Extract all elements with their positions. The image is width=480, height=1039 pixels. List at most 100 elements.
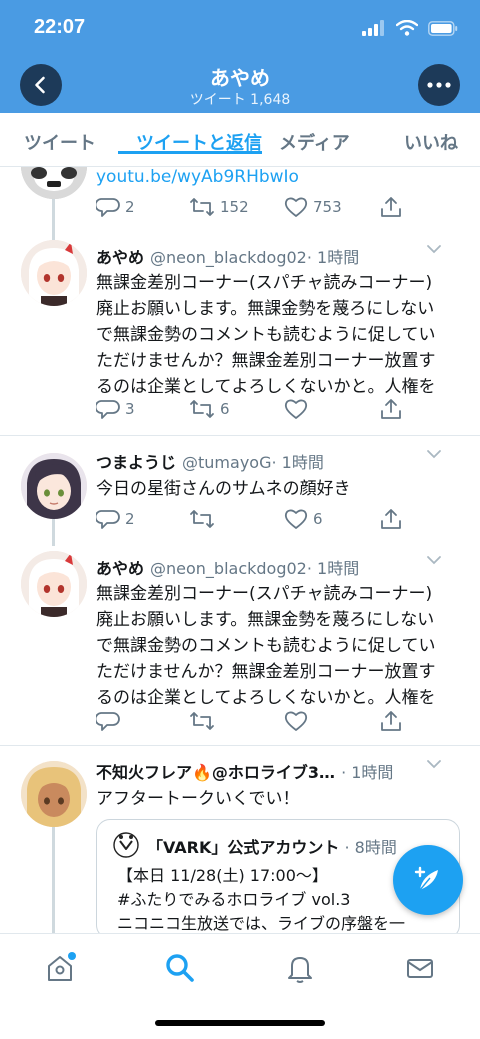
retweet-icon (190, 712, 214, 730)
avatar[interactable] (21, 240, 87, 306)
like-button[interactable]: 753 (284, 196, 342, 218)
tweet-text-line: るのは企業としてよろしくないかと。人権を (96, 688, 436, 708)
raccoon-avatar-image (21, 167, 87, 199)
tweet-text-line: 今日の星街さんのサムネの顔好き (96, 479, 351, 499)
share-button[interactable] (380, 398, 402, 420)
share-icon (381, 711, 401, 731)
reply-icon (96, 510, 120, 529)
timeline[interactable]: youtu.be/wyAb9RHbwIo 2 152 753 あやめ @neon… (0, 167, 480, 933)
avatar[interactable] (21, 761, 87, 827)
tweet-link[interactable]: youtu.be/wyAb9RHbwIo (96, 167, 299, 187)
display-name[interactable]: つまようじ (96, 449, 176, 473)
tweet-time: · 1時間 (306, 559, 360, 578)
reply-count: 3 (125, 400, 135, 418)
nav-search[interactable] (160, 948, 200, 988)
battery-icon (428, 20, 458, 36)
tweet-actions (96, 710, 416, 734)
nav-notifications[interactable] (280, 948, 320, 988)
reply-count: 2 (125, 510, 135, 528)
chevron-down-icon[interactable] (426, 244, 442, 254)
tab-media[interactable]: メディア (279, 129, 350, 155)
tweet-text-line: で無課金勢のコメントも読むように促してい (96, 636, 436, 656)
chevron-down-icon[interactable] (426, 759, 442, 769)
tweet-header: つまようじ @tumayoG · 1時間 (96, 449, 460, 473)
home-indicator[interactable] (155, 1020, 325, 1026)
tweet-text-line: 無課金差別コーナー(スパチャ読みコーナー) (96, 273, 433, 293)
retweet-icon (190, 198, 214, 216)
user-handle[interactable]: @neon_blackdog02 (150, 559, 307, 578)
search-icon (166, 954, 194, 982)
tweet-text: 無課金差別コーナー(スパチャ読みコーナー) 廃止お願いします。無課金勢を蔑ろにし… (96, 581, 466, 711)
cellular-signal-icon (362, 20, 384, 36)
retweet-button[interactable]: 152 (189, 196, 249, 218)
tweet-text-line: 無課金差別コーナー(スパチャ読みコーナー) (96, 584, 433, 604)
wifi-icon (396, 20, 418, 36)
user-handle[interactable]: @tumayoG (182, 453, 271, 472)
tab-likes[interactable]: いいね (404, 129, 458, 155)
status-bar: 22:07 (0, 0, 480, 56)
tweet-count: ツイート 1,648 (189, 92, 291, 108)
reply-button[interactable] (96, 710, 125, 732)
share-button[interactable] (380, 196, 402, 218)
thread-connector (52, 199, 55, 235)
tweet-time: · 1時間 (341, 763, 394, 782)
retweet-button[interactable]: 6 (189, 398, 230, 420)
heart-icon (284, 197, 308, 217)
reply-button[interactable]: 3 (96, 398, 135, 420)
retweet-button[interactable] (189, 710, 220, 732)
display-name[interactable]: あやめ (96, 555, 144, 579)
tweet[interactable]: あやめ @neon_blackdog02 · 1時間 無課金差別コーナー(スパチ… (0, 234, 480, 436)
home-icon (48, 952, 76, 981)
reply-button[interactable]: 2 (96, 196, 135, 218)
display-name[interactable]: 不知火フレア🔥@ホロライブ3… (96, 759, 335, 783)
compose-tweet-button[interactable] (393, 845, 463, 915)
avatar[interactable] (21, 453, 87, 519)
quoted-tweet-text: 【本日 11/28(土) 17:00〜】 #ふたりでみるホロライブ vol.3 … (117, 864, 405, 933)
tweet[interactable]: つまようじ @tumayoG · 1時間 今日の星街さんのサムネの顔好き 2 6 (0, 436, 480, 546)
user-handle[interactable]: @neon_blackdog02 (150, 248, 307, 267)
nav-home[interactable] (40, 948, 80, 988)
tsumayouji-avatar-image (21, 453, 87, 519)
share-button[interactable] (380, 710, 402, 732)
tweet-partial[interactable]: youtu.be/wyAb9RHbwIo 2 152 753 (0, 167, 480, 235)
chevron-down-icon[interactable] (426, 449, 442, 459)
avatar[interactable] (21, 167, 87, 199)
retweet-icon (190, 400, 214, 418)
tweet-text-line: ただけませんか？無課金差別コーナー放置す (96, 351, 436, 371)
share-icon (381, 399, 401, 419)
flare-avatar-image (21, 761, 87, 827)
reply-icon (96, 400, 120, 419)
display-name[interactable]: あやめ (96, 244, 144, 268)
chevron-down-icon[interactable] (426, 555, 442, 565)
retweet-count: 6 (220, 400, 230, 418)
quoted-display-name[interactable]: 「VARK」公式アカウント (147, 838, 339, 857)
share-button[interactable] (380, 508, 402, 530)
reply-button[interactable]: 2 (96, 508, 135, 530)
like-button[interactable] (284, 398, 313, 420)
heart-icon (284, 399, 308, 419)
tweet-actions: 2 6 (96, 508, 416, 532)
bell-icon (288, 957, 312, 983)
tweet-text: 無課金差別コーナー(スパチャ読みコーナー) 廃止お願いします。無課金勢を蔑ろにし… (96, 270, 466, 400)
share-icon (381, 509, 401, 529)
vark-avatar-image (113, 832, 139, 858)
more-button[interactable] (418, 64, 460, 106)
like-button[interactable]: 6 (284, 508, 323, 530)
quoted-text-line: ニコニコ生放送では、ライブの序盤を一 (117, 914, 406, 933)
profile-header: 22:07 あやめ ツイート 1,648 (0, 0, 480, 113)
retweet-button[interactable] (189, 508, 220, 530)
mail-icon (407, 959, 433, 978)
like-button[interactable] (284, 710, 313, 732)
reply-icon (96, 712, 120, 731)
status-icons (362, 20, 458, 36)
tab-tweets[interactable]: ツイート (24, 129, 96, 155)
avatar[interactable] (21, 551, 87, 617)
tweet-text-line: 廃止お願いします。無課金勢を蔑ろにしない (96, 610, 435, 630)
nav-messages[interactable] (400, 948, 440, 988)
quoted-tweet-header: 「VARK」公式アカウント · 8時間 (147, 834, 397, 858)
profile-name: あやめ (210, 66, 270, 90)
status-time: 22:07 (34, 16, 86, 38)
like-count: 753 (313, 198, 342, 216)
tweet[interactable]: あやめ @neon_blackdog02 · 1時間 無課金差別コーナー(スパチ… (0, 546, 480, 746)
tweet-text-line: ただけませんか？無課金差別コーナー放置す (96, 662, 436, 682)
